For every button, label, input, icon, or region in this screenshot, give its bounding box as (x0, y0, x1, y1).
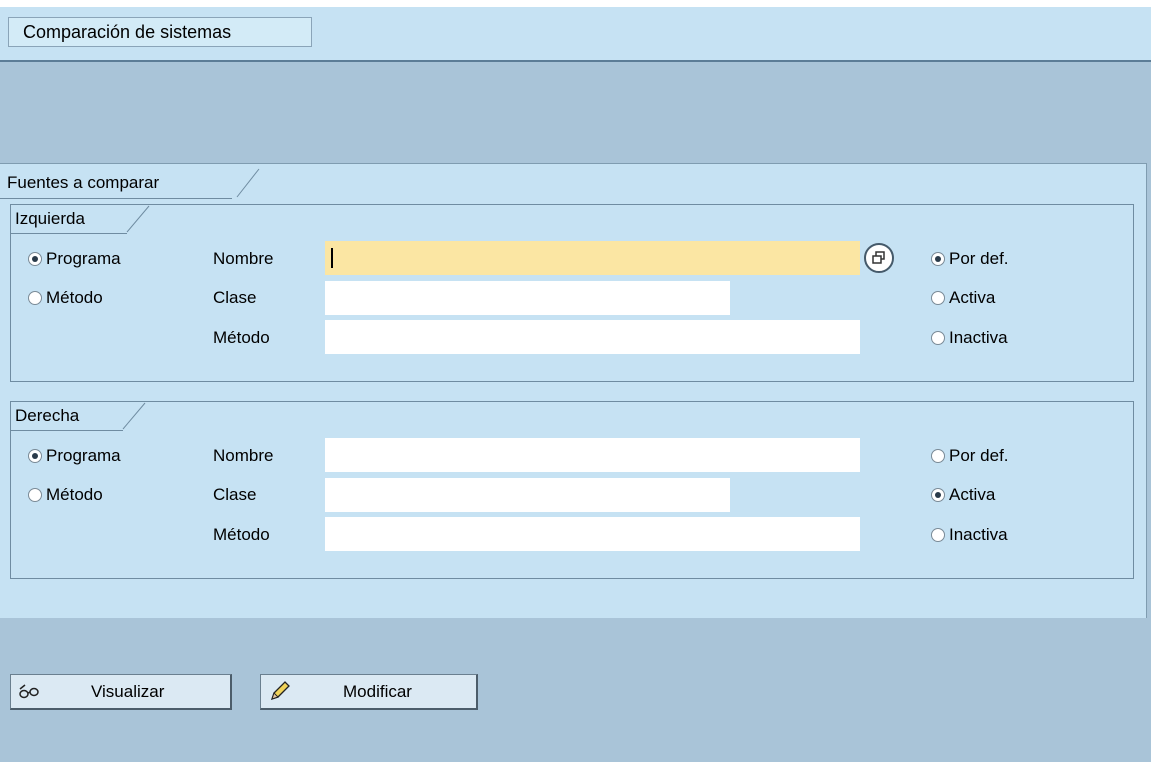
radio-unselected-icon (28, 488, 42, 502)
right-radio-por-def-label: Por def. (949, 446, 1009, 465)
right-group: Derecha Programa Método Nombre Clase Mét… (10, 401, 1134, 579)
title-bar: Comparación de sistemas (0, 7, 1151, 62)
left-label-nombre: Nombre (213, 249, 274, 268)
radio-selected-icon (931, 488, 945, 502)
radio-unselected-icon (931, 528, 945, 542)
left-tab-underline (11, 233, 127, 234)
sources-panel: Fuentes a comparar Izquierda Programa Mé… (0, 163, 1147, 618)
left-group-title: Izquierda (15, 209, 85, 228)
left-radio-inactiva[interactable]: Inactiva (931, 328, 1008, 348)
right-radio-activa-label: Activa (949, 485, 996, 504)
left-clase-input[interactable] (325, 281, 730, 315)
right-radio-programa-label: Programa (46, 446, 121, 465)
visualizar-button[interactable]: Visualizar (10, 674, 232, 710)
left-radio-programa-label: Programa (46, 249, 121, 268)
right-label-clase: Clase (213, 485, 257, 504)
sources-section-title: Fuentes a comparar (7, 173, 160, 192)
tab-slash-decoration (126, 205, 150, 233)
right-radio-activa[interactable]: Activa (931, 485, 995, 505)
pencil-icon (270, 681, 290, 701)
right-tab-underline (11, 430, 123, 431)
radio-selected-icon (931, 252, 945, 266)
tab-slash-decoration (122, 402, 146, 430)
right-label-nombre: Nombre (213, 446, 274, 465)
right-radio-programa[interactable]: Programa (28, 446, 121, 466)
left-radio-metodo[interactable]: Método (28, 288, 103, 308)
modificar-label: Modificar (343, 682, 412, 701)
value-help-icon (872, 251, 885, 264)
right-radio-por-def[interactable]: Por def. (931, 446, 1009, 466)
left-radio-programa[interactable]: Programa (28, 249, 121, 269)
radio-unselected-icon (28, 291, 42, 305)
radio-unselected-icon (931, 331, 945, 345)
page-title: Comparación de sistemas (8, 17, 312, 47)
radio-selected-icon (28, 252, 42, 266)
radio-unselected-icon (931, 449, 945, 463)
right-radio-metodo[interactable]: Método (28, 485, 103, 505)
value-help-button[interactable] (864, 243, 894, 273)
visualizar-label: Visualizar (91, 682, 165, 701)
right-clase-input[interactable] (325, 478, 730, 512)
right-group-title: Derecha (15, 406, 80, 425)
sources-section-tab: Fuentes a comparar (4, 168, 260, 198)
left-radio-activa[interactable]: Activa (931, 288, 995, 308)
right-radio-inactiva-label: Inactiva (949, 525, 1008, 544)
right-radio-metodo-label: Método (46, 485, 103, 504)
glasses-icon (19, 684, 39, 699)
left-label-clase: Clase (213, 288, 257, 307)
modificar-button[interactable]: Modificar (260, 674, 478, 710)
right-group-tab: Derecha (11, 402, 147, 430)
left-group-tab: Izquierda (11, 205, 151, 233)
left-radio-inactiva-label: Inactiva (949, 328, 1008, 347)
left-radio-por-def[interactable]: Por def. (931, 249, 1009, 269)
radio-selected-icon (28, 449, 42, 463)
right-nombre-input[interactable] (325, 438, 860, 472)
right-label-metodo: Método (213, 525, 270, 544)
right-metodo-input[interactable] (325, 517, 860, 551)
sources-tab-underline (0, 198, 232, 199)
tab-slash-decoration (236, 168, 260, 198)
text-cursor (331, 248, 333, 268)
top-edge (0, 0, 1151, 7)
left-label-metodo: Método (213, 328, 270, 347)
left-radio-activa-label: Activa (949, 288, 996, 307)
right-radio-inactiva[interactable]: Inactiva (931, 525, 1008, 545)
left-metodo-input[interactable] (325, 320, 860, 354)
left-group: Izquierda Programa Método Nombre Clase M… (10, 204, 1134, 382)
left-radio-metodo-label: Método (46, 288, 103, 307)
left-nombre-input[interactable] (325, 241, 860, 275)
radio-unselected-icon (931, 291, 945, 305)
left-radio-por-def-label: Por def. (949, 249, 1009, 268)
